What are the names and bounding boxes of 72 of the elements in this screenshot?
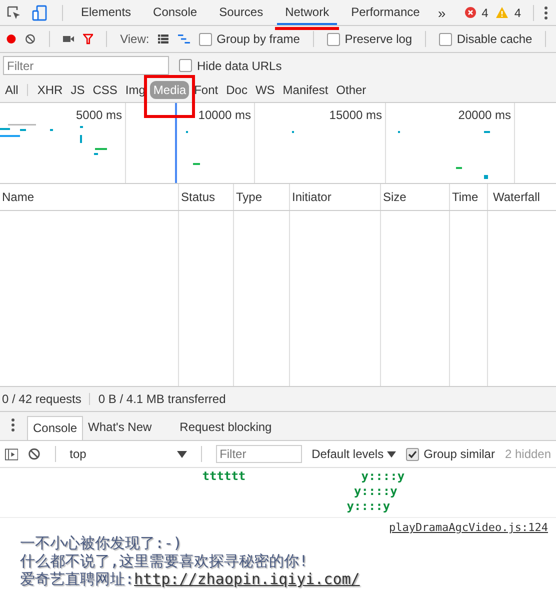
panel-tab[interactable]: Performance [343, 0, 428, 25]
sidebar-toggle-icon[interactable] [5, 448, 18, 460]
console-message: 爱奇艺直聘网址: [20, 570, 134, 588]
camera-icon[interactable] [62, 34, 74, 44]
type-filter[interactable]: JS [68, 81, 88, 99]
filter-icon[interactable] [82, 32, 94, 46]
source-link[interactable]: playDramaAgcVideo.js:124 [389, 521, 548, 534]
view-label: View: [120, 32, 150, 46]
checkbox-label: Preserve log [344, 32, 412, 46]
drawer-tab[interactable]: Request blocking [174, 416, 277, 440]
column-header[interactable]: Status [179, 184, 234, 210]
console-filter-field[interactable]: Filter [216, 445, 302, 463]
checkbox-label: Group similar [424, 447, 495, 461]
type-filter[interactable]: Font [191, 81, 222, 99]
checkbox-label: Hide data URLs [197, 58, 282, 72]
inspect-icon[interactable] [6, 4, 22, 20]
time-tick-label: 20000 ms [458, 108, 511, 122]
column-header[interactable]: Size [381, 184, 450, 210]
type-filter[interactable]: CSS [90, 81, 120, 99]
levels-dropdown[interactable]: Default levels [312, 447, 396, 461]
column-header[interactable]: Initiator [290, 184, 381, 210]
more-menu-icon[interactable] [544, 6, 548, 20]
warning-icon [496, 7, 508, 18]
drawer-menu-icon[interactable] [11, 418, 15, 432]
more-tabs[interactable]: » [434, 4, 450, 20]
type-filter[interactable]: Other [333, 81, 370, 99]
column-header[interactable]: Type [234, 184, 290, 210]
panel-tab[interactable]: Elements [73, 0, 140, 25]
checkbox[interactable] [198, 32, 212, 46]
url-link[interactable]: http://zhaopin.iqiyi.com/ [134, 570, 360, 588]
dropdown-arrow-icon [176, 450, 187, 458]
console-message: 一不小心被你发现了:-) [20, 534, 184, 552]
time-tick-label: 15000 ms [329, 108, 382, 122]
error-count: 4 [482, 6, 488, 20]
waterfall-view-icon[interactable] [178, 33, 190, 45]
device-icon[interactable] [32, 4, 48, 20]
checkbox[interactable] [406, 448, 419, 460]
record-button[interactable] [6, 32, 16, 46]
checkbox-label: Disable cache [456, 32, 532, 46]
drawer-tab[interactable]: What's New [83, 416, 157, 440]
time-tick-label: 5000 ms [76, 108, 122, 122]
clear-icon[interactable] [28, 447, 41, 461]
type-filter[interactable]: All [2, 81, 22, 99]
time-tick-label: 10000 ms [198, 108, 251, 122]
type-filter[interactable]: Manifest [280, 81, 332, 99]
checkbox[interactable] [326, 32, 340, 46]
requests-count: 0 / 42 requests [2, 392, 82, 406]
clear-icon[interactable] [25, 32, 36, 46]
panel-tab[interactable]: Sources [211, 0, 272, 25]
column-header[interactable]: Name [0, 184, 179, 210]
panel-tab[interactable]: Console [145, 0, 206, 25]
transferred-size: 0 B / 4.1 MB transferred [98, 392, 226, 406]
drawer-tab[interactable]: Console [27, 416, 84, 440]
error-icon [464, 7, 476, 18]
filter-field[interactable]: Filter [3, 56, 169, 75]
type-filter[interactable]: WS [252, 81, 278, 99]
context-dropdown[interactable]: top [70, 447, 187, 461]
column-header[interactable]: Time [450, 184, 488, 210]
checkbox-label: Group by frame [216, 32, 300, 46]
console-art-line: y::::y [353, 484, 398, 499]
checkbox[interactable] [438, 32, 452, 46]
type-filter[interactable]: XHR [34, 81, 66, 99]
column-header[interactable]: Waterfall [488, 184, 556, 210]
warning-count: 4 [514, 6, 521, 20]
console-art-line: y::::y [346, 499, 392, 514]
dropdown-arrow-icon [386, 450, 396, 458]
type-filter[interactable]: Doc [223, 81, 250, 99]
console-message: 什么都不说了,这里需要喜欢探寻秘密的你! [20, 552, 310, 570]
checkbox[interactable] [179, 59, 192, 72]
hidden-count: 2 hidden [504, 447, 552, 461]
console-art-line: tttttt y::::y [201, 469, 406, 484]
list-view-icon[interactable] [158, 33, 169, 45]
